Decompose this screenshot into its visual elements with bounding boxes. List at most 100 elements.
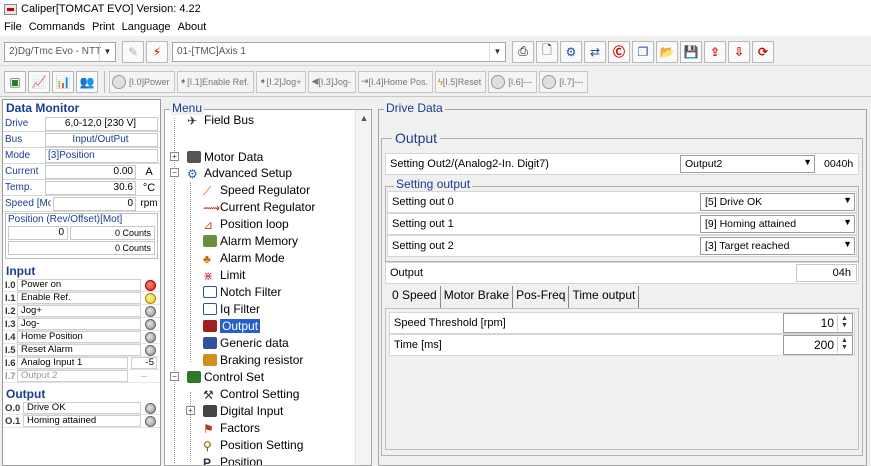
position-counts-row: 0 Counts bbox=[8, 240, 155, 255]
tree-item-factors[interactable]: ⚑ Factors bbox=[203, 420, 260, 436]
output-tabs: 0 Speed Motor Brake Pos-Freq Time output bbox=[390, 286, 640, 308]
collapse-icon[interactable]: − bbox=[170, 168, 179, 177]
sync-icon[interactable]: ⟳ bbox=[752, 40, 774, 63]
spin-arrows-icon[interactable]: ▲ ▼ bbox=[837, 315, 851, 331]
tree-item-control-set[interactable]: Control Set bbox=[187, 369, 264, 384]
output-hex-value: 04h bbox=[796, 264, 857, 282]
jog-power-button[interactable]: [I.0]Power bbox=[109, 70, 175, 93]
tree-item-control-setting[interactable]: ⚒ Control Setting bbox=[203, 386, 299, 402]
window-title: Caliper[TOMCAT EVO] Version: 4.22 bbox=[21, 3, 201, 15]
chart-icon[interactable]: 📈 bbox=[28, 70, 50, 93]
scope-icon[interactable]: 📊 bbox=[52, 70, 74, 93]
chevron-down-icon[interactable]: ▼ bbox=[99, 42, 115, 61]
axis-combo-value: 01-[TMC]Axis 1 bbox=[177, 46, 246, 57]
speed-threshold-stepper[interactable]: 10 ▲ ▼ bbox=[783, 313, 853, 333]
expand-icon[interactable]: + bbox=[186, 406, 195, 415]
tree-item-braking-resistor[interactable]: Braking resistor bbox=[203, 352, 303, 367]
position-row: 0 0 Counts bbox=[8, 225, 155, 240]
jog-plus-button[interactable]: ➧ [I.2]Jog+ bbox=[256, 70, 307, 93]
users-icon[interactable]: 👥 bbox=[76, 70, 98, 93]
menu-file[interactable]: File bbox=[4, 21, 22, 33]
tab-0-speed[interactable]: 0 Speed bbox=[390, 286, 440, 308]
tree-item-digital-input[interactable]: Digital Input bbox=[203, 403, 283, 418]
control-setting-icon: ⚒ bbox=[203, 387, 214, 402]
chevron-down-icon[interactable]: ▼ bbox=[843, 217, 852, 227]
setting-out-1-select[interactable]: [9] Homing attained ▼ bbox=[700, 215, 855, 233]
reset-button[interactable]: ϟ [I.5]Reset bbox=[434, 70, 487, 93]
download-icon[interactable]: ⇩ bbox=[728, 40, 750, 63]
monitor-icon[interactable]: ▣ bbox=[4, 70, 26, 93]
tree-item-generic-data[interactable]: Generic data bbox=[203, 335, 289, 350]
status-led-icon bbox=[145, 318, 156, 330]
tab-time-output[interactable]: Time output bbox=[568, 286, 640, 308]
home-pos-button[interactable]: ⇥ [I.4]Home Pos. bbox=[357, 70, 433, 93]
tree-item-speed-regulator[interactable]: ⟋ Speed Regulator bbox=[203, 182, 310, 198]
tab-motor-brake[interactable]: Motor Brake bbox=[439, 286, 512, 308]
menu-print[interactable]: Print bbox=[92, 21, 115, 33]
position-caption: Position (Rev/Offset)[Mot] bbox=[8, 214, 123, 225]
jog-minus-button[interactable]: ◀ [I.3]Jog- bbox=[308, 70, 356, 93]
current-regulator-icon: ⟿ bbox=[203, 200, 221, 215]
output-group-caption: Output bbox=[392, 130, 441, 146]
limit-icon: ⋇ bbox=[203, 268, 214, 283]
tree-item-alarm-memory[interactable]: Alarm Memory bbox=[203, 233, 298, 248]
setting-out2-label: Setting Out2/(Analog2-In. Digit7) bbox=[390, 158, 549, 170]
tree-item-position[interactable]: P Position bbox=[203, 454, 263, 466]
print-icon[interactable]: ⎙ bbox=[512, 40, 534, 63]
scroll-up-icon[interactable]: ▲ bbox=[356, 110, 371, 126]
spin-arrows-icon[interactable]: ▲ ▼ bbox=[837, 337, 851, 353]
setting-out-0-select[interactable]: [5] Drive OK ▼ bbox=[700, 193, 855, 211]
tree-item-alarm-mode[interactable]: ♣ Alarm Mode bbox=[203, 250, 285, 266]
axis-combo[interactable]: 01-[TMC]Axis 1 ▼ bbox=[172, 41, 506, 62]
jog-i7-button[interactable]: [I.7]--- bbox=[539, 70, 589, 93]
expand-icon[interactable]: + bbox=[170, 152, 179, 161]
position-group: Position (Rev/Offset)[Mot] 0 0 Counts 0 … bbox=[5, 213, 158, 259]
speed-threshold-label: Speed Threshold [rpm] bbox=[394, 317, 506, 329]
copy-icon[interactable]: ❐ bbox=[632, 40, 654, 63]
menu-scrollbar[interactable]: ▲ bbox=[355, 110, 371, 465]
time-stepper[interactable]: 200 ▲ ▼ bbox=[783, 335, 853, 355]
toolbar-separator bbox=[104, 70, 105, 93]
menu-about[interactable]: About bbox=[178, 21, 207, 33]
input-row: I.4 Home Position bbox=[3, 331, 160, 344]
jog-enable-ref-button[interactable]: ➧ [I.1]Enable Ref. bbox=[176, 70, 255, 93]
preview-icon[interactable]: 🗋 bbox=[536, 40, 558, 63]
position-setting-icon: ⚲ bbox=[203, 438, 212, 453]
wizard-icon[interactable]: ⚙ bbox=[560, 40, 582, 63]
connect-icon[interactable]: ⚡ bbox=[146, 40, 168, 63]
tree-item-motor-data[interactable]: Motor Data bbox=[187, 149, 263, 164]
setting-out2-select[interactable]: Output2 ▼ bbox=[680, 155, 815, 173]
reset-drive-icon[interactable]: Ⓒ bbox=[608, 40, 630, 63]
tree-item-output[interactable]: Output bbox=[203, 318, 261, 333]
device-combo[interactable]: 2)Dg/Tmc Evo - NTT ▼ bbox=[4, 41, 116, 62]
monitor-row-mode: Mode [3]Position bbox=[3, 148, 160, 164]
tree-item-notch-filter[interactable]: Notch Filter bbox=[203, 284, 281, 299]
save-icon[interactable]: 💾 bbox=[680, 40, 702, 63]
input-row: I.0 Power on bbox=[3, 279, 160, 292]
tab-pos-freq[interactable]: Pos-Freq bbox=[512, 286, 568, 308]
chevron-down-icon[interactable]: ▼ bbox=[843, 239, 852, 249]
setting-out-2-select[interactable]: [3] Target reached ▼ bbox=[700, 237, 855, 255]
menu-commands[interactable]: Commands bbox=[29, 21, 85, 33]
tree-item-position-loop[interactable]: ⊿ Position loop bbox=[203, 216, 289, 232]
tree-item-iq-filter[interactable]: Iq Filter bbox=[203, 301, 260, 316]
drive-data-caption: Drive Data bbox=[384, 101, 445, 115]
arrow-icon: ➧ bbox=[259, 76, 267, 86]
collapse-icon[interactable]: − bbox=[170, 372, 179, 381]
jog-i6-button[interactable]: [I.6]--- bbox=[488, 70, 538, 93]
transfer-icon[interactable]: ⇄ bbox=[584, 40, 606, 63]
menu-language[interactable]: Language bbox=[122, 21, 171, 33]
monitor-row-temp: Temp. 30.6 °C bbox=[3, 180, 160, 196]
chevron-down-icon[interactable]: ▼ bbox=[843, 195, 852, 205]
tree-item-position-setting[interactable]: ⚲ Position Setting bbox=[203, 437, 303, 453]
tree-item-advanced-setup[interactable]: ⚙ Advanced Setup bbox=[187, 165, 292, 181]
disabled-tool-icon: ✎ bbox=[122, 40, 144, 63]
alarm-memory-icon bbox=[203, 234, 217, 247]
tree-item-current-regulator[interactable]: ⟿ Current Regulator bbox=[203, 199, 315, 215]
io-icon bbox=[491, 74, 506, 89]
tree-item-limit[interactable]: ⋇ Limit bbox=[203, 267, 245, 283]
chevron-down-icon[interactable]: ▼ bbox=[489, 42, 505, 61]
open-folder-icon[interactable]: 📂 bbox=[656, 40, 678, 63]
upload-icon[interactable]: ⇪ bbox=[704, 40, 726, 63]
chevron-down-icon[interactable]: ▼ bbox=[803, 157, 812, 167]
